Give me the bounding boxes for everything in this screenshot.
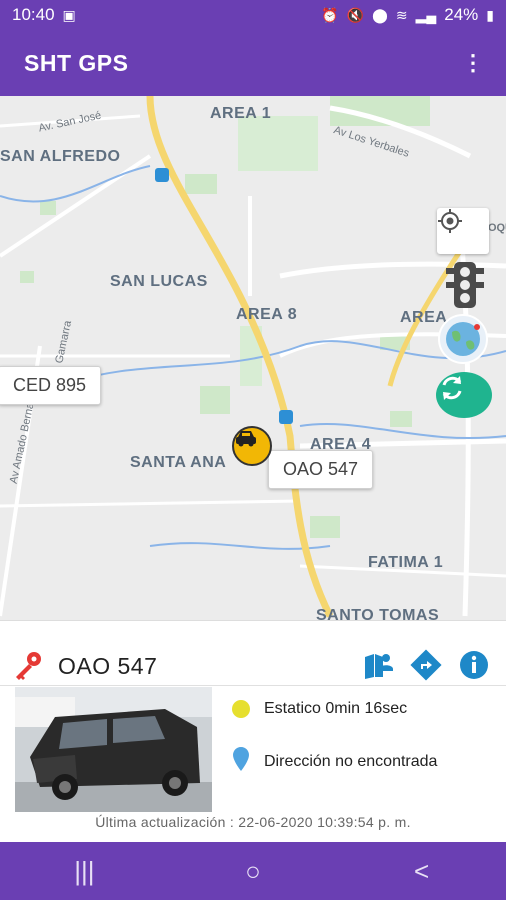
- map-view[interactable]: AREA 1 SAN ALFREDO SAN LUCAS AREA 8 AREA…: [0, 96, 506, 620]
- my-location-icon[interactable]: [437, 208, 489, 254]
- area-label: AREA 8: [236, 306, 298, 323]
- refresh-icon[interactable]: [436, 372, 492, 418]
- signal-icon: ▂▄: [415, 6, 437, 23]
- status-row: Estatico 0min 16sec: [232, 700, 407, 718]
- address-row: Dirección no encontrada: [232, 746, 437, 777]
- vehicle-callout-oao[interactable]: OAO 547: [268, 450, 374, 489]
- wifi-icon: ≋: [395, 6, 408, 23]
- status-text: Estatico 0min 16sec: [264, 700, 408, 717]
- address-text: Dirección no encontrada: [264, 752, 438, 770]
- map-roads: [0, 96, 506, 618]
- recents-button[interactable]: |||: [44, 856, 124, 887]
- traffic-light-icon[interactable]: [444, 260, 486, 310]
- vehicle-callout-ced[interactable]: CED 895: [0, 366, 102, 405]
- location-pin-icon: [232, 746, 250, 777]
- vehicle-header: OAO 547: [0, 620, 506, 686]
- home-button[interactable]: ○: [213, 856, 293, 887]
- area-label: SANTO TOMAS: [316, 607, 440, 620]
- vehicle-photo: [15, 687, 212, 812]
- alarm-icon: ⏰: [321, 6, 339, 23]
- area-label: SAN LUCAS: [110, 273, 208, 290]
- app-bar: SHT GPS ⋮: [0, 30, 506, 96]
- area-label: AREA 1: [210, 105, 272, 122]
- battery-icon: ▮: [486, 6, 494, 23]
- area-label: SAN ALFREDO: [0, 148, 121, 165]
- location-icon: ⬤: [372, 6, 388, 23]
- nav-bar: ||| ○ <: [0, 842, 506, 900]
- status-bar: 10:40 ▣ ⏰ 🔇 ⬤ ≋ ▂▄ 24% ▮: [0, 0, 506, 30]
- key-icon: [10, 649, 44, 688]
- app-title: SHT GPS: [24, 49, 129, 76]
- back-button[interactable]: <: [382, 856, 462, 887]
- car-marker-icon[interactable]: [232, 426, 272, 466]
- vehicle-plate: OAO 547: [58, 653, 158, 679]
- status-dot-icon: [232, 700, 250, 718]
- directions-icon[interactable]: [410, 649, 442, 681]
- battery-level: 24%: [444, 5, 479, 24]
- gallery-icon: ▣: [62, 6, 76, 23]
- more-vert-icon[interactable]: ⋮: [462, 50, 484, 76]
- area-label: SANTA ANA: [130, 454, 227, 471]
- mute-icon: 🔇: [346, 6, 365, 23]
- info-icon[interactable]: [458, 649, 490, 681]
- clock: 10:40: [12, 5, 55, 24]
- globe-icon[interactable]: [438, 314, 488, 364]
- person-map-icon[interactable]: [362, 649, 394, 681]
- area-label: FATIMA 1: [368, 554, 444, 571]
- last-update: Última actualización : 22-06-2020 10:39:…: [95, 814, 411, 830]
